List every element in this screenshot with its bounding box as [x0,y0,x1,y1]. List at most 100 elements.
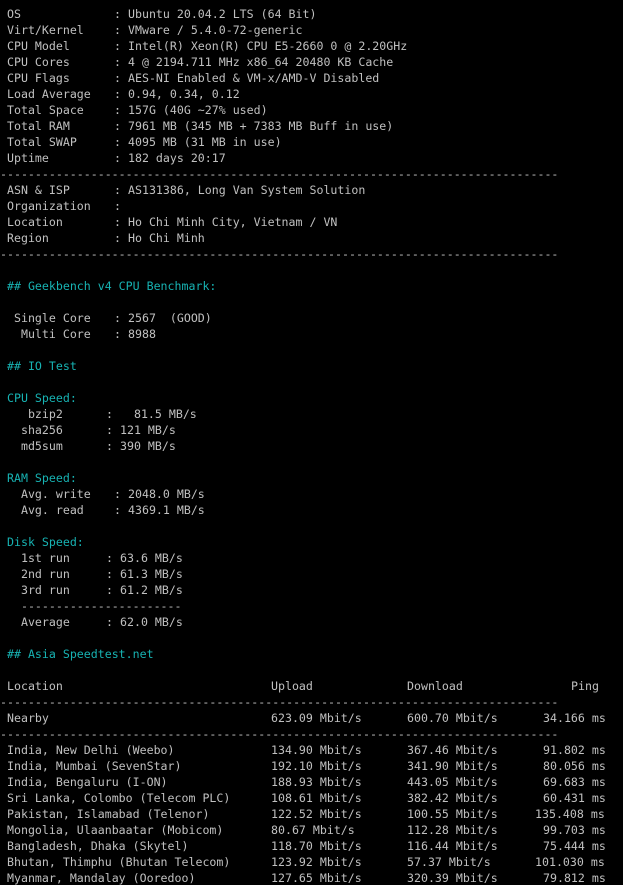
speedtest-row-location: India, Mumbai (SevenStar) [7,759,182,773]
speedtest-row-upload: 123.92 Mbit/s [271,855,362,869]
system-row-value: 0.94, 0.34, 0.12 [128,87,240,101]
cpu-speed-row-value: 81.5 MB/s [120,407,197,421]
system-row-value: 182 days 20:17 [128,151,226,165]
geekbench-single-colon: : [114,311,121,325]
speedtest-row-upload: 127.65 Mbit/s [271,871,362,885]
speedtest-row-ping: 101.030 ms [535,855,605,869]
network-row-colon: : [114,199,121,213]
network-row-label: Organization [7,199,91,213]
system-row-colon: : [114,103,121,117]
disk-speed-row-label: 1st run [7,551,70,565]
system-row-colon: : [114,55,121,69]
disk-speed-row-value: 61.2 MB/s [120,583,183,597]
geekbench-single-label: Single Core [7,311,91,325]
network-row-colon: : [114,183,121,197]
separator-line-text: ----------------------------------------… [0,727,559,741]
speedtest-header-row-download: Download [407,679,463,693]
cpu-speed-row-colon: : [106,407,113,421]
speedtest-heading-text: ## Asia Speedtest.net [7,647,154,661]
separator-line-text: ----------------------------------------… [0,167,559,181]
cpu-speed-row-colon: : [106,439,113,453]
speedtest-row-upload: 188.93 Mbit/s [271,775,362,789]
disk-speed-row-value: 63.6 MB/s [120,551,183,565]
system-row-colon: : [114,23,121,37]
system-row-colon: : [114,151,121,165]
system-row-label: Total RAM [7,119,70,133]
speedtest-header-row-ping: Ping [571,679,599,693]
disk-speed-row-label: 2nd run [7,567,70,581]
disk-average-row-label: Average [7,615,70,629]
disk-speed-rule: ----------------------- [7,598,182,614]
system-row-colon: : [114,7,121,21]
system-row-label: Total Space [7,103,84,117]
speedtest-row-location: Myanmar, Mandalay (Ooredoo) [7,871,196,885]
io-heading: ## IO Test [7,358,77,374]
speedtest-row-location: Bangladesh, Dhaka (Skytel) [7,839,189,853]
speedtest-row-download: 320.39 Mbit/s [407,871,498,885]
speedtest-row-location: India, Bengaluru (I-ON) [7,775,168,789]
disk-speed-row-colon: : [106,551,113,565]
speedtest-row-ping: 60.431 ms [543,791,606,805]
system-row-value: 4 @ 2194.711 MHz x86_64 20480 KB Cache [128,55,394,69]
system-row-value: Ubuntu 20.04.2 LTS (64 Bit) [128,7,317,21]
geekbench-multi-label: Multi Core [7,327,91,341]
separator-line: ----------------------------------------… [0,694,623,710]
system-row-value: VMware / 5.4.0-72-generic [128,23,303,37]
ram-speed-row-colon: : [114,503,121,517]
speedtest-row-ping: 79.812 ms [543,871,606,885]
system-row-value: Intel(R) Xeon(R) CPU E5-2660 0 @ 2.20GHz [128,39,408,53]
cpu-speed-row-label: bzip2 [7,407,63,421]
disk-speed-heading: Disk Speed: [7,534,84,550]
network-row-label: Region [7,231,49,245]
separator-line-text: ----------------------------------------… [0,247,559,261]
terminal-window: OS: Ubuntu 20.04.2 LTS (64 Bit) Virt/Kerne… [0,0,623,885]
ram-speed-row-value: 4369.1 MB/s [128,503,205,517]
speedtest-row-download: 341.90 Mbit/s [407,759,498,773]
cpu-speed-row-value: 390 MB/s [120,439,176,453]
speedtest-row-download: 367.46 Mbit/s [407,743,498,757]
disk-average-row-value: 62.0 MB/s [120,615,183,629]
geekbench-multi-value: 8988 [128,327,156,341]
speedtest-row-upload: 134.90 Mbit/s [271,743,362,757]
cpu-speed-row-value: 121 MB/s [120,423,176,437]
network-row-label: ASN & ISP [7,183,70,197]
ram-speed-row-label: Avg. read [7,503,84,517]
system-row-label: CPU Model [7,39,70,53]
disk-average-row-colon: : [106,615,113,629]
ram-speed-heading-text: RAM Speed: [7,471,77,485]
speedtest-row-download: 112.28 Mbit/s [407,823,498,837]
ram-speed-heading: RAM Speed: [7,470,77,486]
system-row-value: 157G (40G ~27% used) [128,103,268,117]
speedtest-row-ping: 69.683 ms [543,775,606,789]
disk-speed-rule-text: ----------------------- [7,599,182,613]
io-heading-text: ## IO Test [7,359,77,373]
speedtest-row-ping: 99.703 ms [543,823,606,837]
system-row-colon: : [114,39,121,53]
ram-speed-row-label: Avg. write [7,487,91,501]
separator-line: ----------------------------------------… [0,166,623,182]
system-row-value: 7961 MB (345 MB + 7383 MB Buff in use) [128,119,394,133]
system-row-colon: : [114,135,121,149]
disk-speed-row-colon: : [106,567,113,581]
cpu-speed-heading-text: CPU Speed: [7,391,77,405]
system-row-label: CPU Cores [7,55,70,69]
system-row-label: Load Average [7,87,91,101]
speedtest-row-ping: 80.056 ms [543,759,606,773]
system-row-value: 4095 MB (31 MB in use) [128,135,282,149]
system-row-label: Total SWAP [7,135,77,149]
speedtest-nearby-row-download: 600.70 Mbit/s [407,711,498,725]
network-row-value: AS131386, Long Van System Solution [128,183,366,197]
ram-speed-row-colon: : [114,487,121,501]
cpu-speed-row-colon: : [106,423,113,437]
speedtest-row-location: Pakistan, Islamabad (Telenor) [7,807,210,821]
speedtest-row-location: India, New Delhi (Weebo) [7,743,175,757]
speedtest-row-upload: 118.70 Mbit/s [271,839,362,853]
speedtest-row-download: 443.05 Mbit/s [407,775,498,789]
speedtest-row-download: 116.44 Mbit/s [407,839,498,853]
speedtest-row-location: Mongolia, Ulaanbaatar (Mobicom) [7,823,224,837]
separator-line: ----------------------------------------… [0,726,623,742]
system-row-label: CPU Flags [7,71,70,85]
geekbench-heading: ## Geekbench v4 CPU Benchmark: [7,278,216,294]
speedtest-row-upload: 192.10 Mbit/s [271,759,362,773]
speedtest-row-upload: 80.67 Mbit/s [271,823,355,837]
